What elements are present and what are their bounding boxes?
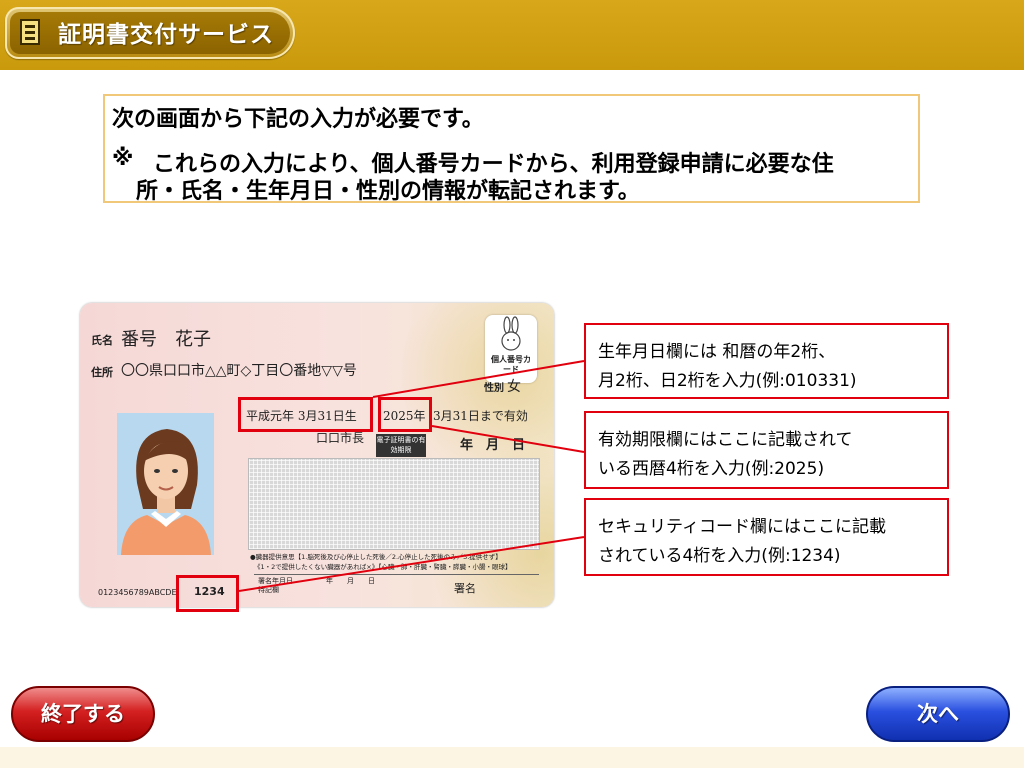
birth-date-highlight [238, 397, 373, 432]
callout-expiry: 有効期限欄にはここに記載されて いる西暦4桁を入力(例:2025) [584, 411, 949, 489]
card-cert-date: 年 月 日 [460, 438, 526, 453]
card-number: 0123456789ABCDE [98, 588, 177, 597]
rabbit-mascot-icon [501, 316, 521, 351]
callout-birth-line-2: 月2桁、日2桁を入力(例:010331) [598, 371, 857, 391]
portrait-image [121, 429, 211, 555]
security-code-highlight [176, 575, 239, 612]
card-badge: 個人番号カード [485, 315, 537, 383]
card-sign-ymd: 年 月 日 [326, 577, 375, 585]
title-bar: 証明書交付サービス [0, 0, 1024, 70]
menu-list-icon [20, 19, 40, 45]
card-sex-value: 女 [507, 379, 521, 395]
notice-mark: ※ [112, 146, 134, 171]
card-cert-label: 電子証明書の有効期限 [376, 434, 426, 457]
notice-line-3: 所・氏名・生年月日・性別の情報が転記されます。 [136, 179, 640, 204]
card-sign-label: 署名 [454, 582, 476, 595]
page-title: 証明書交付サービス [58, 22, 274, 48]
callout-birth-date: 生年月日欄には 和暦の年2桁、 月2桁、日2桁を入力(例:010331) [584, 323, 949, 399]
card-portrait-photo [117, 413, 214, 555]
footer-strip [0, 747, 1024, 768]
card-hologram-area [248, 458, 540, 550]
card-donor-sub: 《1・2で提供したくない臓器があれば×》【心臓・肺・肝臓・腎臓・膵臓・小腸・眼球… [254, 563, 512, 571]
callout-security-line-1: セキュリティコード欄にはここに記載 [598, 517, 886, 537]
card-donor-text: ●臓器提供意思【1.脳死後及び心停止した死後／2.心停止した死後のみ／3.提供せ… [250, 553, 502, 561]
card-address-label: 住所 [91, 366, 113, 379]
callout-expiry-line-2: いる西暦4桁を入力(例:2025) [598, 459, 825, 479]
card-signature-box: 署名年月日 年 月 日 特記欄 署名 [254, 574, 539, 595]
card-name-value: 番号 花子 [121, 329, 211, 350]
my-number-card-image: 氏名 番号 花子 住所 〇〇県口口市△△町◇丁目〇番地▽▽号 個人番号カード 性… [80, 303, 554, 607]
end-button[interactable]: 終了する [11, 686, 155, 742]
card-expiry-rest: 3月31日まで有効 [433, 409, 528, 423]
callout-security-code: セキュリティコード欄にはここに記載 されている4桁を入力(例:1234) [584, 498, 949, 576]
expiry-year-highlight [378, 397, 432, 432]
notice-box: 次の画面から下記の入力が必要です。 ※ これらの入力により、個人番号カードから、… [103, 94, 920, 204]
notice-line-1: 次の画面から下記の入力が必要です。 [112, 107, 484, 132]
card-sex-label: 性別 [484, 383, 504, 394]
card-badge-text: 個人番号カード [491, 355, 531, 374]
next-button[interactable]: 次へ [866, 686, 1010, 742]
card-address-value: 〇〇県口口市△△町◇丁目〇番地▽▽号 [121, 363, 357, 379]
callout-expiry-line-1: 有効期限欄にはここに記載されて [598, 430, 853, 450]
callout-security-line-2: されている4桁を入力(例:1234) [598, 546, 841, 566]
card-name-label: 氏名 [91, 334, 113, 347]
callout-birth-line-1: 生年月日欄には 和暦の年2桁、 [598, 342, 836, 362]
card-special-label: 特記欄 [258, 586, 279, 594]
